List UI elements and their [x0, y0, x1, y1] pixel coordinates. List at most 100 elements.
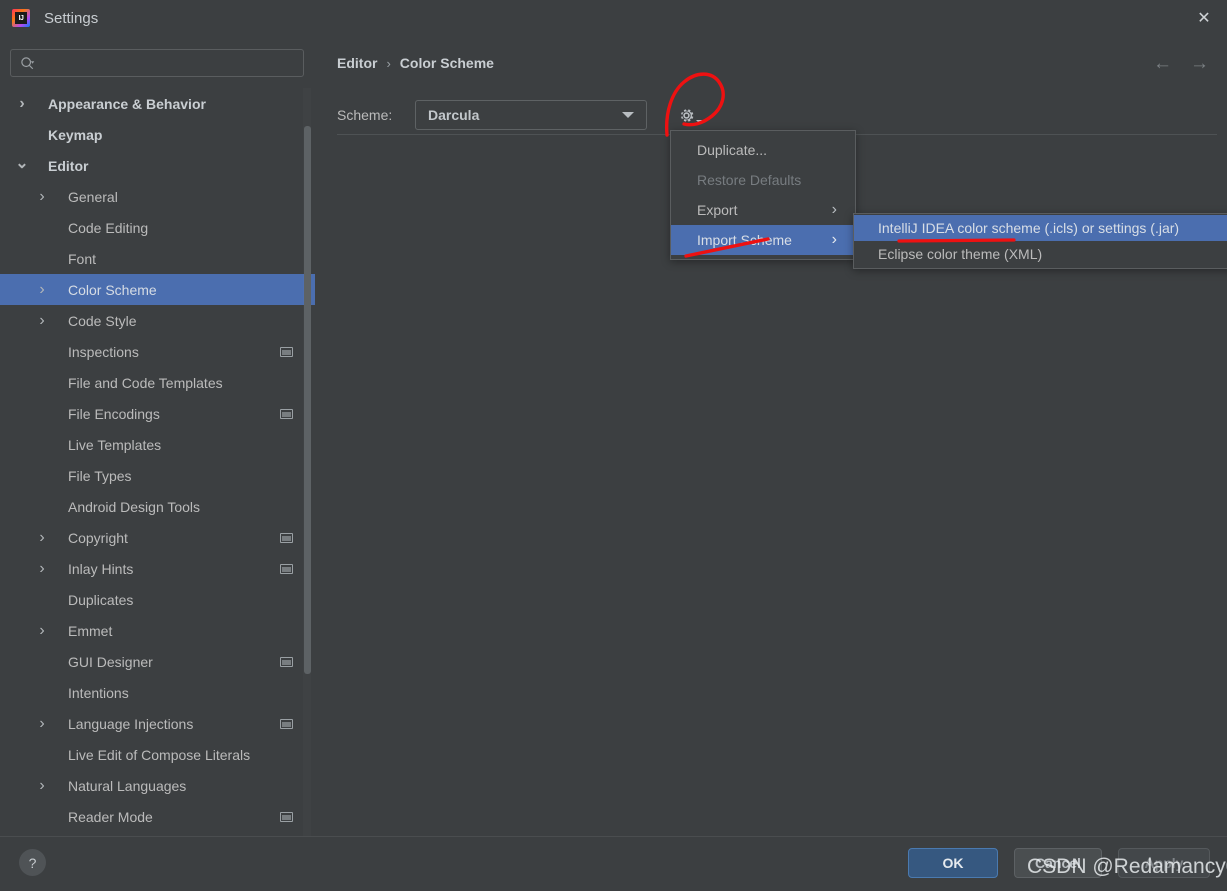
sidebar-item-inspections[interactable]: Inspections: [0, 336, 315, 367]
chevron-right-icon: ›: [831, 231, 837, 248]
sidebar-item-code-editing[interactable]: Code Editing: [0, 212, 315, 243]
window-title: Settings: [44, 9, 99, 27]
sidebar-item-label: Live Templates: [68, 436, 162, 453]
scheme-row: Scheme: Darcula: [337, 100, 647, 130]
search-icon: [20, 56, 35, 71]
project-scope-icon: [280, 346, 293, 357]
sidebar-item-label: Code Editing: [68, 219, 149, 236]
back-arrow-icon[interactable]: ←: [1153, 54, 1172, 73]
sidebar-item-label: Inspections: [68, 343, 139, 360]
sidebar-item-copyright[interactable]: › Copyright: [0, 522, 315, 553]
sidebar-item-label: Natural Languages: [68, 777, 187, 794]
menu-item-label: Duplicate...: [697, 142, 768, 158]
forward-arrow-icon[interactable]: →: [1190, 54, 1209, 73]
chevron-right-icon[interactable]: ›: [34, 560, 50, 578]
project-scope-icon: [280, 563, 293, 574]
chevron-right-icon[interactable]: ›: [34, 622, 50, 640]
chevron-right-icon[interactable]: ›: [34, 312, 50, 330]
submenu-item-label: Eclipse color theme (XML): [878, 246, 1043, 262]
gear-icon[interactable]: [675, 104, 697, 126]
chevron-right-icon[interactable]: ›: [34, 529, 50, 547]
submenu-item-intellij-scheme[interactable]: IntelliJ IDEA color scheme (.icls) or se…: [854, 215, 1227, 241]
sidebar-item-label: File Encodings: [68, 405, 160, 422]
breadcrumb-separator-icon: ›: [386, 55, 391, 71]
submenu-item-label: IntelliJ IDEA color scheme (.icls) or se…: [878, 220, 1180, 236]
sidebar-item-label: General: [68, 188, 118, 205]
chevron-down-icon[interactable]: ⌄: [14, 153, 30, 173]
sidebar-item-editor[interactable]: ⌄ Editor: [0, 150, 315, 181]
chevron-right-icon[interactable]: ›: [34, 281, 50, 299]
sidebar-item-reader-mode[interactable]: Reader Mode: [0, 801, 315, 832]
chevron-right-icon[interactable]: ›: [14, 95, 30, 113]
sidebar-item-duplicates[interactable]: Duplicates: [0, 584, 315, 615]
settings-tree[interactable]: › Appearance & Behavior Keymap ⌄ Editor › Gene…: [0, 88, 315, 836]
import-scheme-submenu[interactable]: IntelliJ IDEA color scheme (.icls) or se…: [853, 213, 1227, 269]
title-bar: IJ Settings ✕: [0, 0, 1227, 37]
sidebar-item-font[interactable]: Font: [0, 243, 315, 274]
sidebar-item-label: Appearance & Behavior: [48, 95, 206, 112]
project-scope-icon: [280, 718, 293, 729]
watermark-text: CSDN @Redamancy06: [1027, 855, 1227, 878]
search-input[interactable]: [39, 54, 303, 72]
breadcrumb-root[interactable]: Editor: [337, 55, 377, 71]
sidebar-item-label: Duplicates: [68, 591, 134, 608]
sidebar-item-gui-designer[interactable]: GUI Designer: [0, 646, 315, 677]
sidebar-item-code-style[interactable]: › Code Style: [0, 305, 315, 336]
sidebar-item-color-scheme[interactable]: › Color Scheme: [0, 274, 315, 305]
menu-item-export[interactable]: Export ›: [671, 195, 855, 225]
scheme-actions-menu[interactable]: Duplicate... Restore Defaults Export › Impor…: [670, 130, 856, 260]
sidebar-item-label: Keymap: [48, 126, 103, 143]
chevron-right-icon: ›: [831, 201, 837, 218]
sidebar-item-label: File and Code Templates: [68, 374, 223, 391]
sidebar-item-file-and-code-templates[interactable]: File and Code Templates: [0, 367, 315, 398]
search-field[interactable]: [10, 49, 304, 77]
menu-item-duplicate[interactable]: Duplicate...: [671, 135, 855, 165]
project-scope-icon: [280, 811, 293, 822]
chevron-right-icon[interactable]: ›: [34, 188, 50, 206]
sidebar-scrollbar-thumb[interactable]: [304, 126, 311, 674]
sidebar-item-label: GUI Designer: [68, 653, 153, 670]
intellij-logo-icon: IJ: [12, 9, 30, 27]
sidebar-item-inlay-hints[interactable]: › Inlay Hints: [0, 553, 315, 584]
sidebar-item-emmet[interactable]: › Emmet: [0, 615, 315, 646]
menu-item-label: Restore Defaults: [697, 172, 802, 188]
navigation-arrows: ← →: [1153, 54, 1209, 73]
scheme-label: Scheme:: [337, 107, 393, 123]
sidebar-item-label: Color Scheme: [68, 281, 157, 298]
menu-item-label: Export: [697, 202, 738, 218]
sidebar-item-intentions[interactable]: Intentions: [0, 677, 315, 708]
menu-item-import-scheme[interactable]: Import Scheme ›: [671, 225, 855, 255]
breadcrumb-leaf: Color Scheme: [399, 55, 494, 71]
sidebar-item-label: Live Edit of Compose Literals: [68, 746, 251, 763]
sidebar-item-label: Editor: [48, 157, 89, 174]
sidebar-item-natural-languages[interactable]: › Natural Languages: [0, 770, 315, 801]
sidebar-item-appearance-behavior[interactable]: › Appearance & Behavior: [0, 88, 315, 119]
gear-dropdown-caret-icon[interactable]: [696, 120, 704, 124]
sidebar-item-label: Android Design Tools: [68, 498, 201, 515]
sidebar-item-label: Emmet: [68, 622, 113, 639]
ok-button[interactable]: OK: [908, 848, 998, 878]
sidebar-item-keymap[interactable]: Keymap: [0, 119, 315, 150]
sidebar-item-label: File Types: [68, 467, 132, 484]
sidebar-item-live-edit-of-compose-literals[interactable]: Live Edit of Compose Literals: [0, 739, 315, 770]
chevron-right-icon[interactable]: ›: [34, 715, 50, 733]
chevron-right-icon[interactable]: ›: [34, 777, 50, 795]
logo-inner-text: IJ: [15, 12, 27, 24]
sidebar-item-language-injections[interactable]: › Language Injections: [0, 708, 315, 739]
scheme-value: Darcula: [428, 107, 480, 123]
sidebar-item-label: Font: [68, 250, 97, 267]
close-icon[interactable]: ✕: [1181, 0, 1227, 35]
sidebar-item-file-encodings[interactable]: File Encodings: [0, 398, 315, 429]
sidebar-item-live-templates[interactable]: Live Templates: [0, 429, 315, 460]
project-scope-icon: [280, 408, 293, 419]
project-scope-icon: [280, 656, 293, 667]
sidebar-item-file-types[interactable]: File Types: [0, 460, 315, 491]
scheme-combobox[interactable]: Darcula: [415, 100, 647, 130]
help-icon[interactable]: ?: [19, 849, 46, 876]
sidebar-item-general[interactable]: › General: [0, 181, 315, 212]
sidebar-item-label: Reader Mode: [68, 808, 153, 825]
settings-dialog: IJ Settings ✕ › Appearance & Behavior Keym…: [0, 0, 1227, 891]
submenu-item-eclipse-theme[interactable]: Eclipse color theme (XML): [854, 241, 1227, 267]
sidebar-item-label: Inlay Hints: [68, 560, 134, 577]
sidebar-item-android-design-tools[interactable]: Android Design Tools: [0, 491, 315, 522]
